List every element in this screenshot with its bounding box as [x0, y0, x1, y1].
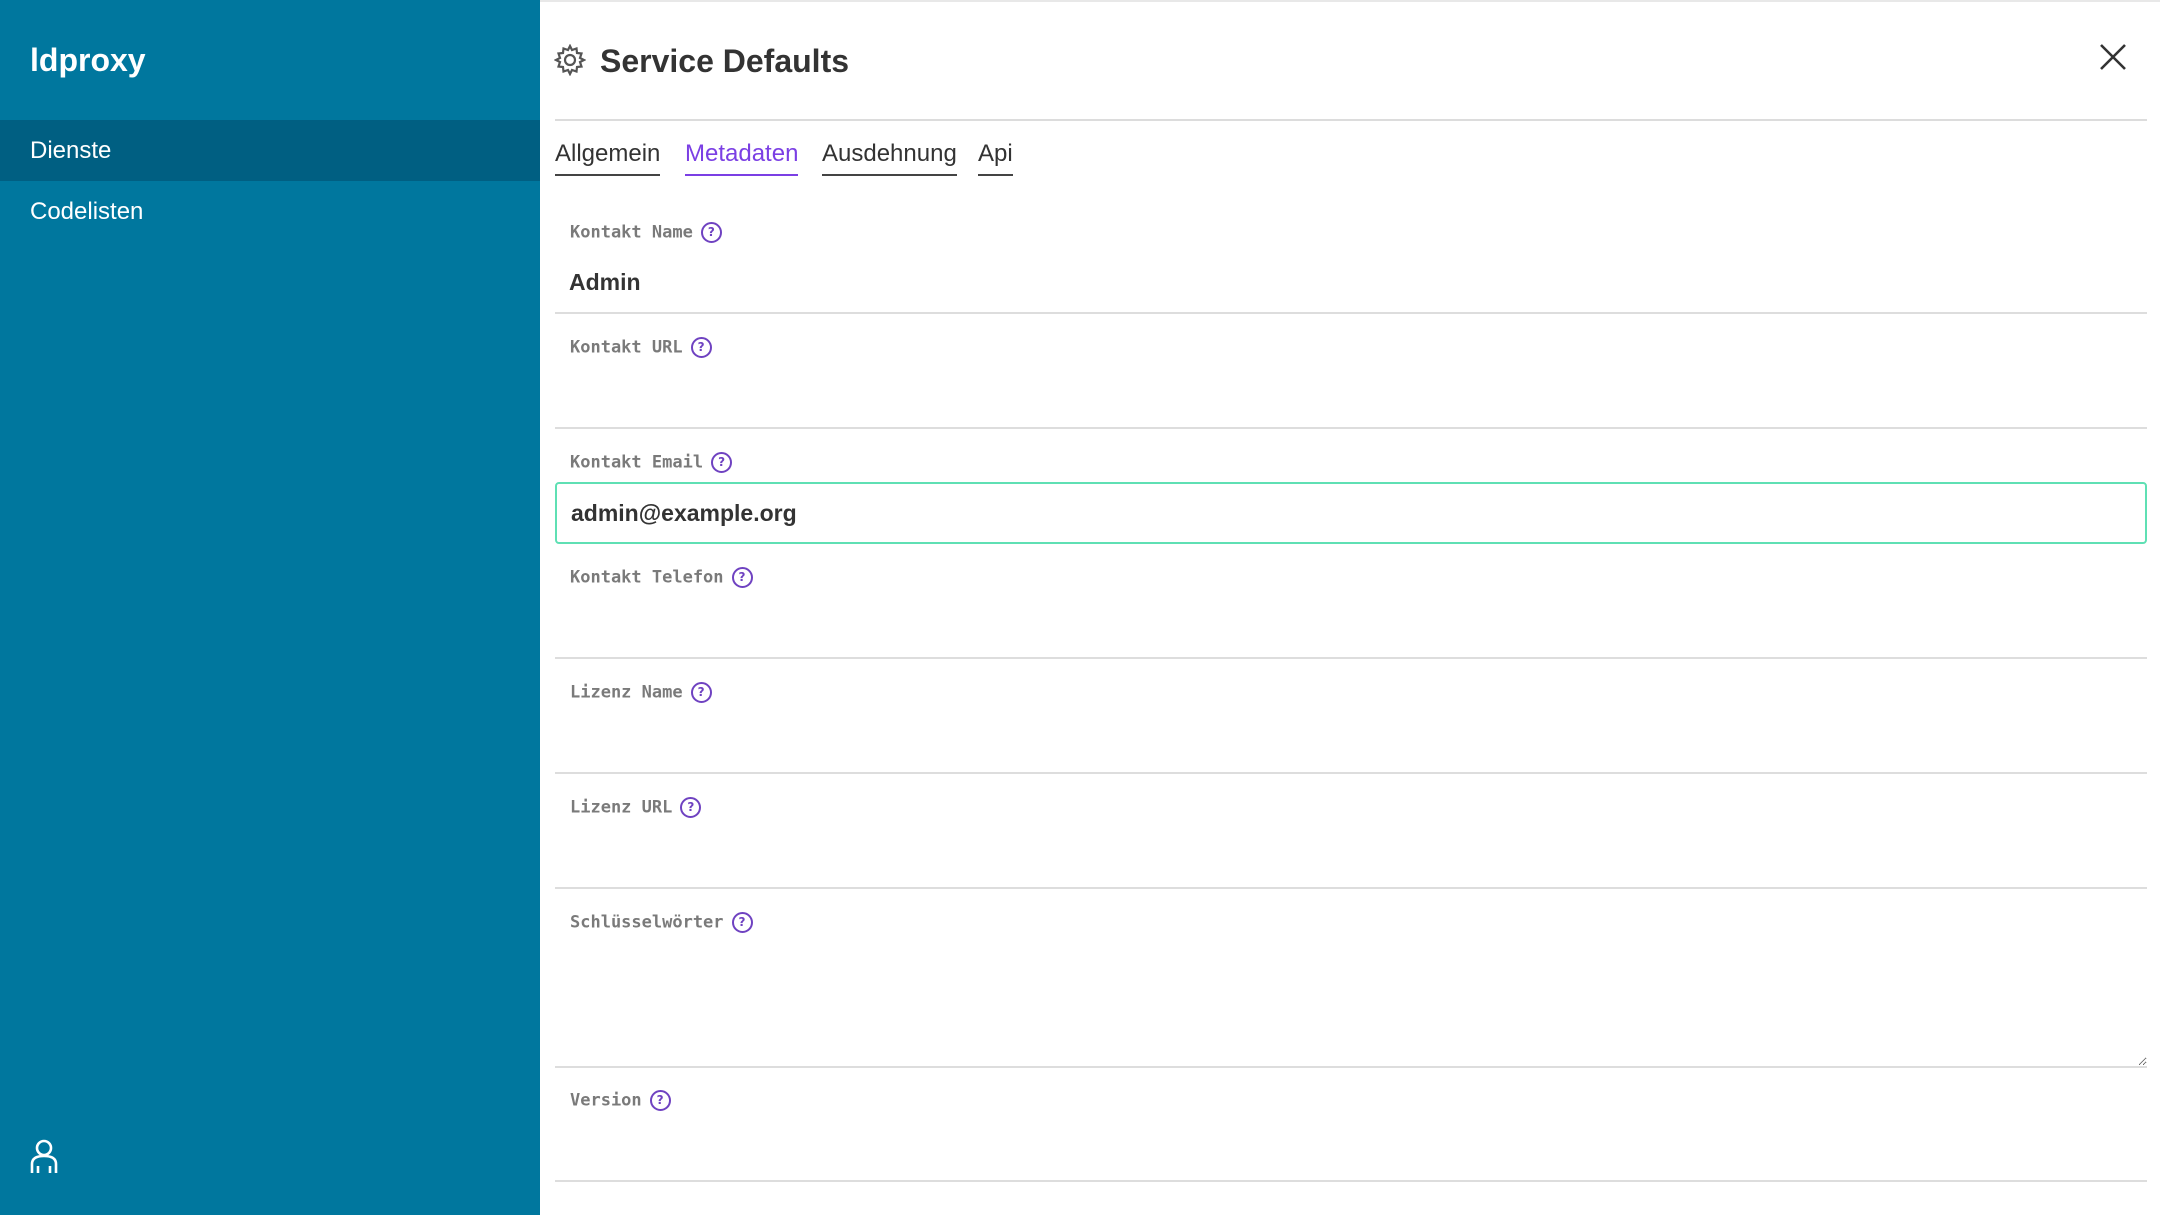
license-name-field: Lizenz Name?: [555, 682, 2147, 774]
license-url-field: Lizenz URL?: [555, 797, 2147, 889]
contact-url-input[interactable]: [555, 367, 2147, 429]
sidebar-item-dienste[interactable]: Dienste: [0, 120, 540, 181]
license-url-label: Lizenz URL: [570, 797, 673, 818]
contact-phone-input[interactable]: [555, 597, 2147, 659]
contact-phone-label: Kontakt Telefon: [570, 567, 724, 588]
help-icon[interactable]: ?: [711, 452, 733, 473]
tab-ausdehnung[interactable]: Ausdehnung: [822, 140, 957, 176]
close-icon[interactable]: [2098, 42, 2128, 72]
page-title: Service Defaults: [600, 43, 850, 79]
version-input[interactable]: [555, 1120, 2147, 1182]
help-icon[interactable]: ?: [649, 1090, 671, 1111]
version-field: Version?: [555, 1090, 2147, 1182]
user-icon[interactable]: [28, 1138, 60, 1174]
keywords-textarea[interactable]: [555, 940, 2147, 1068]
contact-name-input[interactable]: [555, 252, 2147, 314]
sidebar: ldproxy Dienste Codelisten: [0, 0, 540, 1215]
help-icon[interactable]: ?: [731, 567, 753, 588]
help-icon[interactable]: ?: [680, 797, 702, 818]
contact-url-field: Kontakt URL?: [555, 337, 2147, 429]
keywords-label: Schlüsselwörter: [570, 912, 724, 933]
app-title: ldproxy: [30, 42, 146, 78]
help-icon[interactable]: ?: [690, 337, 712, 358]
tab-metadaten[interactable]: Metadaten: [685, 140, 799, 176]
help-icon[interactable]: ?: [700, 222, 722, 243]
license-name-label: Lizenz Name: [570, 682, 683, 703]
help-icon[interactable]: ?: [731, 912, 753, 933]
license-url-input[interactable]: [555, 827, 2147, 889]
version-label: Version: [570, 1090, 642, 1111]
main-panel: Service Defaults Allgemein Metadaten Aus…: [540, 0, 2160, 1215]
keywords-field: Schlüsselwörter?: [555, 912, 2147, 1068]
license-name-input[interactable]: [555, 712, 2147, 774]
contact-name-label: Kontakt Name: [570, 222, 693, 243]
sidebar-item-codelisten[interactable]: Codelisten: [0, 181, 540, 242]
header-divider: [555, 119, 2147, 121]
gear-icon: [554, 44, 586, 76]
help-icon[interactable]: ?: [690, 682, 712, 703]
contact-email-field: Kontakt Email?: [555, 452, 2147, 544]
contact-email-label: Kontakt Email: [570, 452, 704, 473]
contact-phone-field: Kontakt Telefon?: [555, 567, 2147, 659]
contact-url-label: Kontakt URL: [570, 337, 683, 358]
contact-email-input[interactable]: [555, 482, 2147, 544]
tab-api[interactable]: Api: [978, 140, 1013, 176]
tab-allgemein[interactable]: Allgemein: [555, 140, 661, 176]
contact-name-field: Kontakt Name?: [555, 222, 2147, 314]
